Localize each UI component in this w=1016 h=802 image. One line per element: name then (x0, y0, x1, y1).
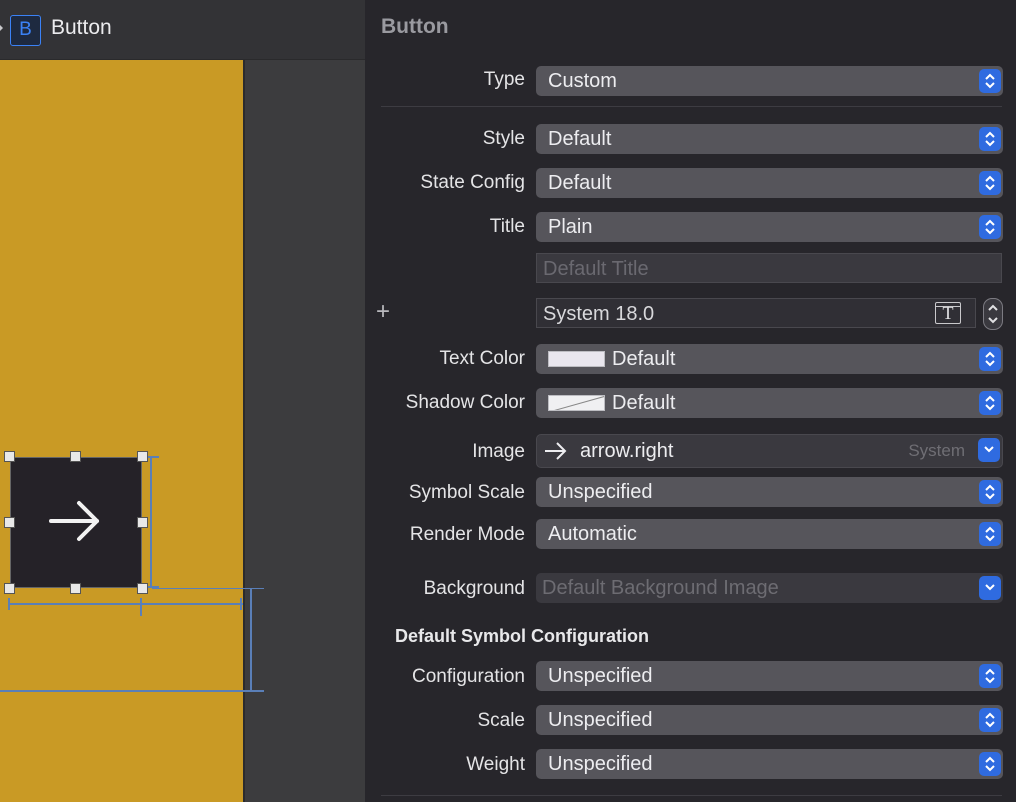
image-source-tag: System (908, 441, 965, 460)
title-placeholder: Default Title (543, 258, 649, 280)
attributes-inspector: Button Type Custom Style Default State C… (365, 0, 1016, 802)
constraint-line[interactable] (0, 690, 264, 692)
chevron-down-icon[interactable] (979, 576, 1001, 600)
constraint-line[interactable] (240, 598, 242, 610)
up-down-stepper-icon (988, 304, 998, 324)
constraint-line[interactable] (150, 456, 152, 588)
symbol-scale-popup[interactable]: Unspecified (536, 477, 1003, 507)
type-popup[interactable]: Custom (536, 66, 1003, 96)
type-label: Type (483, 69, 525, 90)
configuration-label: Configuration (411, 666, 525, 687)
weight-popup[interactable]: Unspecified (536, 749, 1003, 779)
up-down-stepper-icon (979, 215, 1001, 239)
up-down-stepper-icon (979, 708, 1001, 732)
scale-label: Scale (477, 710, 525, 731)
scale-popup[interactable]: Unspecified (536, 705, 1003, 735)
render-mode-label: Render Mode (409, 524, 525, 545)
configuration-popup[interactable]: Unspecified (536, 661, 1003, 691)
state-config-popup[interactable]: Default (536, 168, 1003, 198)
resize-handle[interactable] (70, 451, 81, 462)
render-mode-popup[interactable]: Automatic (536, 519, 1003, 549)
resize-handle[interactable] (4, 451, 15, 462)
up-down-stepper-icon (979, 347, 1001, 371)
style-popup[interactable]: Default (536, 124, 1003, 154)
separator (381, 795, 1002, 796)
title-text-field[interactable]: Default Title (536, 253, 1002, 283)
constraint-line[interactable] (140, 598, 142, 616)
selected-button-view[interactable] (10, 457, 142, 588)
font-field[interactable]: System 18.0 T (536, 298, 976, 328)
font-picker-icon[interactable]: T (935, 302, 961, 324)
up-down-stepper-icon (979, 69, 1001, 93)
resize-handle[interactable] (4, 583, 15, 594)
plus-icon[interactable]: + (376, 298, 390, 326)
constraint-line[interactable] (250, 588, 252, 692)
resize-handle[interactable] (70, 583, 81, 594)
chevron-down-icon[interactable] (978, 438, 1000, 462)
shadow-color-popup[interactable]: Default (536, 388, 1003, 418)
arrow-right-icon (545, 442, 567, 460)
text-color-label: Text Color (439, 348, 525, 369)
render-mode-value: Automatic (548, 523, 637, 545)
clear-color-swatch (548, 395, 605, 411)
background-combo[interactable]: Default Background Image (536, 573, 1003, 603)
resize-handle[interactable] (137, 517, 148, 528)
section-header: Default Symbol Configuration (395, 626, 649, 646)
image-value: arrow.right (580, 440, 674, 462)
background-label: Background (423, 578, 525, 599)
title-popup[interactable]: Plain (536, 212, 1003, 242)
up-down-stepper-icon (979, 522, 1001, 546)
button-badge-icon: B (10, 15, 41, 46)
up-down-stepper-icon (979, 752, 1001, 776)
arrow-right-icon (49, 501, 99, 541)
inspector-title: Button (381, 15, 449, 38)
canvas-area: B Button (0, 0, 365, 802)
up-down-stepper-icon (979, 480, 1001, 504)
color-swatch (548, 351, 605, 367)
background-placeholder: Default Background Image (542, 577, 779, 599)
state-config-label: State Config (420, 172, 525, 193)
symbol-scale-value: Unspecified (548, 481, 653, 503)
constraint-line[interactable] (8, 598, 10, 610)
title-label: Title (489, 216, 525, 237)
font-value: System 18.0 (543, 303, 655, 325)
document-outline-header: B Button (0, 0, 365, 60)
up-down-stepper-icon (979, 127, 1001, 151)
text-color-popup[interactable]: Default (536, 344, 1003, 374)
resize-handle[interactable] (137, 451, 148, 462)
image-combo[interactable]: arrow.right System (536, 434, 1003, 468)
text-color-value: Default (612, 348, 676, 370)
resize-handle[interactable] (137, 583, 148, 594)
style-label: Style (482, 128, 525, 149)
type-value: Custom (548, 70, 617, 92)
configuration-value: Unspecified (548, 665, 653, 687)
shadow-color-label: Shadow Color (405, 392, 525, 413)
constraint-line[interactable] (8, 603, 243, 605)
chevron-right-icon[interactable] (0, 22, 3, 34)
up-down-stepper-icon (979, 391, 1001, 415)
separator (381, 106, 1002, 107)
shadow-color-value: Default (612, 392, 676, 414)
weight-label: Weight (466, 754, 525, 775)
image-label: Image (472, 441, 525, 462)
title-value: Plain (548, 216, 593, 238)
scale-value: Unspecified (548, 709, 653, 731)
font-size-stepper[interactable] (983, 298, 1003, 330)
up-down-stepper-icon (979, 664, 1001, 688)
symbol-scale-label: Symbol Scale (408, 482, 525, 503)
up-down-stepper-icon (979, 171, 1001, 195)
resize-handle[interactable] (4, 517, 15, 528)
state-config-value: Default (548, 172, 612, 194)
constraint-line[interactable] (152, 588, 264, 589)
style-value: Default (548, 128, 612, 150)
document-title[interactable]: Button (51, 16, 112, 40)
weight-value: Unspecified (548, 753, 653, 775)
